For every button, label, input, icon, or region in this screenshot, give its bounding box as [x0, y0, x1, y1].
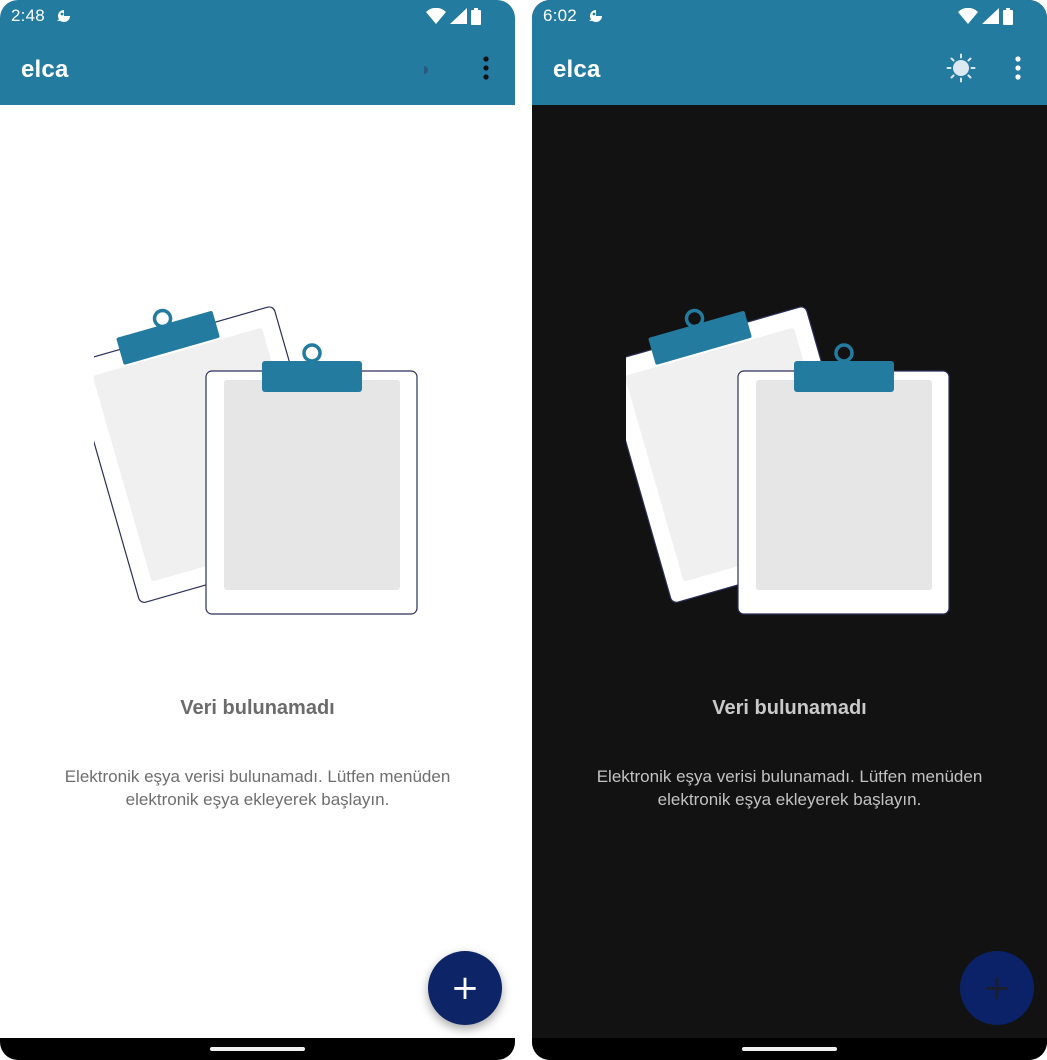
empty-state-title: Veri bulunamadı — [180, 697, 335, 719]
battery-icon — [1003, 7, 1013, 25]
empty-clipboards-illustration — [626, 306, 950, 615]
empty-clipboards-illustration — [94, 306, 418, 615]
front-clipboard — [737, 343, 950, 615]
overflow-menu-button[interactable] — [1003, 48, 1033, 88]
theme-toggle-button[interactable] — [410, 48, 448, 88]
phone-screen-light: 2:48 elca Veri bulunamadı Elektronik eşy… — [0, 0, 515, 1060]
moon-icon — [423, 55, 442, 78]
app-bar: elca — [0, 32, 515, 105]
status-bar: 6:02 — [532, 0, 1047, 32]
plus-icon: + — [450, 968, 480, 1008]
battery-icon — [471, 7, 481, 25]
home-handle[interactable] — [742, 1047, 837, 1051]
notification-icon — [57, 10, 70, 22]
status-time: 2:48 — [11, 6, 45, 25]
app-title: elca — [21, 56, 69, 83]
app-title: elca — [553, 56, 601, 83]
empty-state-description: Elektronik eşya verisi bulunamadı. Lütfe… — [596, 767, 983, 809]
wifi-icon — [958, 8, 978, 24]
status-time: 6:02 — [543, 6, 577, 25]
empty-state-title: Veri bulunamadı — [712, 697, 867, 719]
add-item-fab[interactable]: + — [960, 951, 1034, 1025]
more-vertical-icon — [483, 56, 489, 80]
add-item-fab[interactable]: + — [428, 951, 502, 1025]
front-clipboard — [205, 343, 418, 615]
signal-icon — [450, 8, 467, 24]
sun-icon — [946, 53, 976, 83]
wifi-icon — [426, 8, 446, 24]
status-bar: 2:48 — [0, 0, 515, 32]
phone-screen-dark: 6:02 elca Veri bulunamadı Elektronik eşy… — [532, 0, 1047, 1060]
home-handle[interactable] — [210, 1047, 305, 1051]
app-bar: elca — [532, 32, 1047, 105]
plus-icon: + — [982, 968, 1012, 1008]
gesture-nav-bar — [532, 1038, 1047, 1060]
theme-toggle-button[interactable] — [942, 48, 980, 88]
overflow-menu-button[interactable] — [471, 48, 501, 88]
gesture-nav-bar — [0, 1038, 515, 1060]
notification-icon — [589, 10, 602, 22]
more-vertical-icon — [1015, 56, 1021, 80]
empty-state-description: Elektronik eşya verisi bulunamadı. Lütfe… — [64, 767, 451, 809]
signal-icon — [982, 8, 999, 24]
